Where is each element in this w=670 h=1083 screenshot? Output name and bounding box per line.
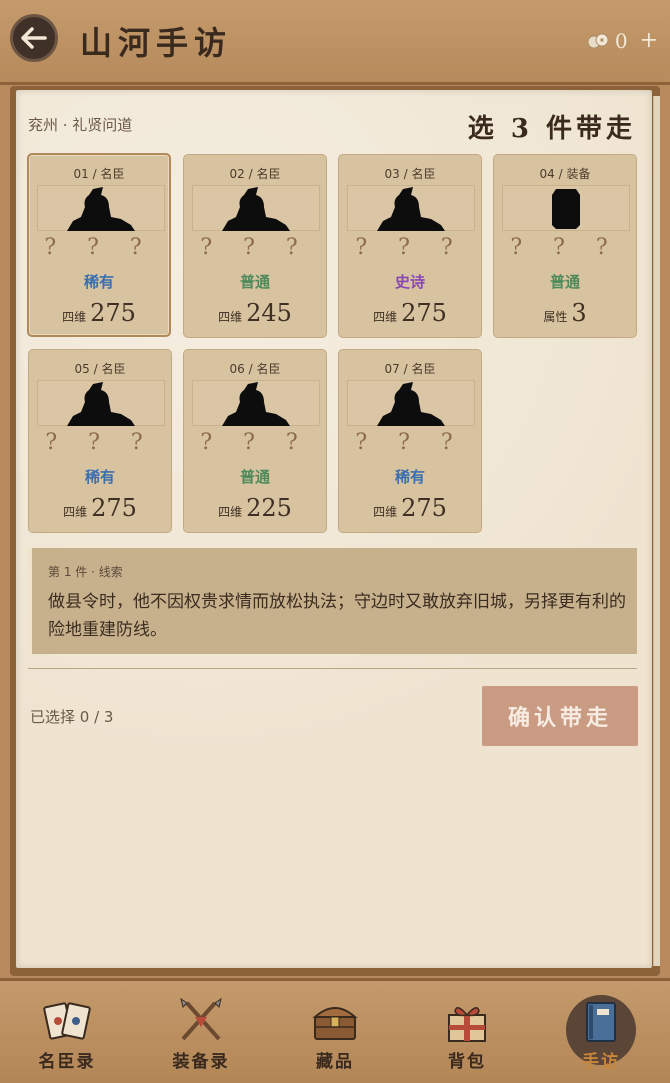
- item-card[interactable]: 07 / 名臣 ? ? ? 稀有四维 275: [338, 349, 482, 533]
- card-header: 01 / 名臣: [73, 167, 125, 181]
- rarity-label: 稀有: [84, 468, 115, 486]
- nav-item-zhuangbei[interactable]: 装备录: [146, 981, 256, 1083]
- coins-icon: [587, 33, 609, 48]
- stat-label: 四维: [62, 310, 87, 324]
- stat-label: 四维: [218, 505, 243, 519]
- hidden-name: ? ? ?: [510, 235, 620, 260]
- stat-label: 属性: [543, 310, 568, 324]
- card-stat: 四维 245: [184, 299, 326, 327]
- stat-value: 3: [571, 299, 587, 327]
- clue-box: 第 1 件 · 线索 做县令时，他不因权贵求情而放松执法；守边时又敢放弃旧城，另…: [28, 548, 637, 654]
- card-header: 02 / 名臣: [229, 167, 281, 181]
- card-header: 06 / 名臣: [229, 362, 281, 376]
- person-silhouette-icon: [377, 187, 445, 231]
- rarity-label: 普通: [239, 273, 270, 291]
- stat-label: 四维: [373, 505, 398, 519]
- add-coins-icon[interactable]: +: [640, 28, 658, 53]
- hidden-name: ? ? ?: [200, 430, 310, 455]
- divider: [28, 668, 637, 669]
- coin-count: 0: [614, 28, 628, 53]
- page-edge: [653, 96, 660, 966]
- rarity-label: 普通: [239, 468, 270, 486]
- card-header: 05 / 名臣: [74, 362, 126, 376]
- nav-item-mingchen[interactable]: 名臣录: [12, 981, 122, 1083]
- stat-value: 275: [401, 299, 447, 327]
- card-header: 03 / 名臣: [384, 167, 436, 181]
- coin-display: 0 +: [587, 28, 658, 53]
- person-silhouette-icon: [377, 382, 445, 426]
- weapons-icon: [180, 997, 222, 1041]
- armor-silhouette-icon: [552, 189, 580, 229]
- treasure-chest-icon: [312, 1007, 358, 1040]
- rarity-label: 普通: [549, 273, 580, 291]
- card-stat: 四维 275: [339, 299, 481, 327]
- rarity-label: 稀有: [394, 468, 425, 486]
- nav-label: 背包: [448, 1052, 486, 1072]
- nav-label: 装备录: [172, 1052, 230, 1072]
- card-stat: 属性 3: [494, 299, 636, 327]
- stat-value: 275: [401, 494, 447, 522]
- person-silhouette-icon: [222, 187, 290, 231]
- stat-value: 275: [91, 494, 137, 522]
- item-card[interactable]: 06 / 名臣 ? ? ? 普通四维 225: [183, 349, 327, 533]
- stat-value: 245: [246, 299, 292, 327]
- bottom-nav: 名臣录 装备录 藏品 背包 手访: [0, 978, 670, 1083]
- item-card[interactable]: 03 / 名臣 ? ? ? 史诗四维 275: [338, 154, 482, 338]
- hidden-name: ? ? ?: [200, 235, 310, 260]
- person-silhouette-icon: [67, 187, 135, 231]
- back-button[interactable]: [10, 14, 58, 62]
- rarity-label: 稀有: [83, 273, 114, 291]
- clue-label: 第 1 件 · 线索: [48, 565, 123, 579]
- card-header: 04 / 装备: [539, 167, 591, 181]
- book-icon: [586, 1002, 616, 1042]
- item-card[interactable]: 01 / 名臣 ? ? ? 稀有四维 275: [27, 153, 171, 337]
- hidden-name: ? ? ?: [355, 430, 465, 455]
- card-stat: 四维 225: [184, 494, 326, 522]
- page-title: 山河手访: [80, 24, 233, 62]
- person-silhouette-icon: [222, 382, 290, 426]
- card-header: 07 / 名臣: [384, 362, 436, 376]
- stat-label: 四维: [218, 310, 243, 324]
- stat-value: 225: [246, 494, 292, 522]
- confirm-button[interactable]: 确认带走: [482, 686, 638, 746]
- stat-value: 275: [90, 299, 136, 327]
- pick-title: 选 3 件带走: [467, 114, 636, 144]
- item-card[interactable]: 05 / 名臣 ? ? ? 稀有四维 275: [28, 349, 172, 533]
- selected-count: 已选择 0 / 3: [30, 708, 114, 726]
- nav-item-cangpin[interactable]: 藏品: [280, 981, 390, 1083]
- hidden-name: ? ? ?: [45, 430, 155, 455]
- card-stat: 四维 275: [339, 494, 481, 522]
- cards-icon: [43, 1002, 91, 1040]
- card-stat: 四维 275: [29, 494, 171, 522]
- item-card[interactable]: 02 / 名臣 ? ? ? 普通四维 245: [183, 154, 327, 338]
- nav-label: 藏品: [316, 1052, 354, 1072]
- rarity-label: 史诗: [394, 273, 425, 291]
- card-stat: 四维 275: [29, 299, 169, 327]
- nav-item-shoufang[interactable]: 手访: [546, 981, 656, 1083]
- top-header: 山河手访 0 +: [0, 0, 670, 85]
- location-label: 兖州 · 礼贤问道: [28, 116, 133, 134]
- nav-label: 名臣录: [38, 1052, 96, 1072]
- stat-label: 四维: [373, 310, 398, 324]
- person-silhouette-icon: [67, 382, 135, 426]
- item-card[interactable]: 04 / 装备 ? ? ? 普通属性 3: [493, 154, 637, 338]
- stat-label: 四维: [63, 505, 88, 519]
- clue-text: 做县令时，他不因权贵求情而放松执法；守边时又敢放弃旧城，另择更有利的险地重建防线…: [48, 592, 626, 640]
- hidden-name: ? ? ?: [355, 235, 465, 260]
- hidden-name: ? ? ?: [44, 235, 154, 260]
- gift-package-icon: [448, 1007, 486, 1042]
- arrow-left-icon: [21, 27, 47, 49]
- nav-label: 手访: [582, 1052, 620, 1072]
- nav-item-beibao[interactable]: 背包: [412, 981, 522, 1083]
